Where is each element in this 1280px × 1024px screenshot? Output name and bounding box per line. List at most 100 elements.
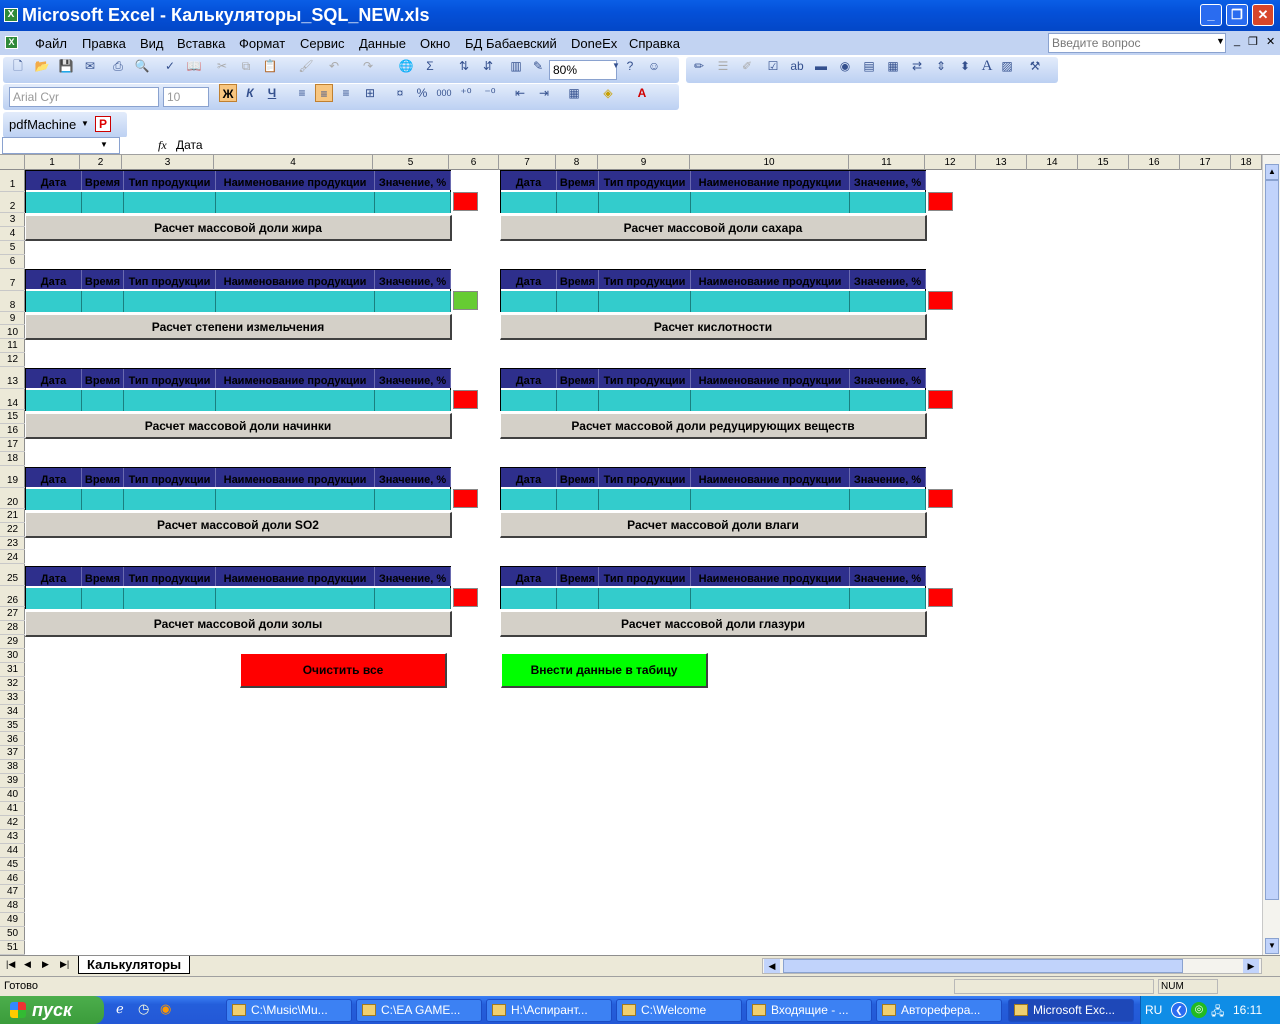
table-data-cell[interactable] bbox=[850, 291, 926, 312]
row-header[interactable]: 16 bbox=[0, 424, 25, 438]
row-header[interactable]: 37 bbox=[0, 746, 25, 761]
restore-icon[interactable]: ❐ bbox=[1226, 4, 1248, 26]
new-icon[interactable]: 🗋 bbox=[9, 57, 27, 75]
row-header[interactable]: 18 bbox=[0, 452, 25, 466]
pdfmachine-menu[interactable]: pdfMachine bbox=[9, 117, 76, 132]
column-header[interactable]: 3 bbox=[122, 155, 214, 170]
table-data-cell[interactable] bbox=[124, 291, 216, 312]
autosum-icon[interactable]: Σ bbox=[421, 57, 439, 75]
table-data-cell[interactable] bbox=[26, 192, 82, 213]
menu-item-4[interactable]: Вставка bbox=[177, 36, 225, 51]
table-data-cell[interactable] bbox=[82, 291, 124, 312]
scroll-right-icon[interactable]: ▶ bbox=[1243, 959, 1259, 973]
bold-button[interactable]: Ж bbox=[219, 84, 237, 102]
row-header[interactable]: 26 bbox=[0, 586, 25, 608]
table-data-cell[interactable] bbox=[124, 588, 216, 609]
table-data-cell[interactable] bbox=[216, 192, 375, 213]
table-data-cell[interactable] bbox=[599, 291, 691, 312]
row-header[interactable]: 5 bbox=[0, 241, 25, 255]
calculate-button-left-2[interactable]: Расчет степени измельчения bbox=[25, 314, 452, 340]
row-header[interactable]: 29 bbox=[0, 635, 25, 650]
scroll-down-icon[interactable]: ▼ bbox=[1265, 938, 1279, 954]
column-header[interactable]: 7 bbox=[499, 155, 556, 170]
calculate-button-left-3[interactable]: Расчет массовой доли начинки bbox=[25, 413, 452, 439]
row-header[interactable]: 21 bbox=[0, 509, 25, 523]
more-controls-icon[interactable]: ⚒ bbox=[1026, 57, 1044, 75]
row-header[interactable]: 50 bbox=[0, 927, 25, 941]
row-header[interactable]: 39 bbox=[0, 774, 25, 789]
combobox-icon[interactable]: ▦ bbox=[884, 57, 902, 75]
taskbar-window-7[interactable]: Microsoft Exc... bbox=[1008, 999, 1134, 1022]
row-header[interactable]: 34 bbox=[0, 705, 25, 719]
row-header[interactable]: 49 bbox=[0, 913, 25, 928]
row-header[interactable]: 48 bbox=[0, 899, 25, 914]
sheet-tab-calculators[interactable]: Калькуляторы bbox=[78, 956, 191, 974]
name-box-dropdown-icon[interactable]: ▼ bbox=[100, 140, 108, 149]
merge-center-icon[interactable]: ⊞ bbox=[361, 84, 379, 102]
save-icon[interactable]: 💾 bbox=[57, 57, 75, 75]
row-header[interactable]: 43 bbox=[0, 830, 25, 844]
table-data-cell[interactable] bbox=[850, 390, 926, 411]
table-data-cell[interactable] bbox=[599, 588, 691, 609]
table-data-cell[interactable] bbox=[501, 390, 557, 411]
help-search-input[interactable]: Введите вопрос bbox=[1048, 33, 1226, 53]
vertical-scrollbar[interactable]: ▲ ▼ bbox=[1262, 155, 1280, 955]
row-header[interactable]: 4 bbox=[0, 227, 25, 241]
table-data-cell[interactable] bbox=[375, 588, 451, 609]
column-header[interactable]: 9 bbox=[598, 155, 690, 170]
menu-item-5[interactable]: Формат bbox=[239, 36, 285, 51]
close-icon[interactable]: ✕ bbox=[1252, 4, 1274, 26]
table-data-cell[interactable] bbox=[216, 390, 375, 411]
table-data-cell[interactable] bbox=[501, 489, 557, 510]
table-data-cell[interactable] bbox=[26, 390, 82, 411]
radio-icon[interactable]: ◉ bbox=[836, 57, 854, 75]
sort-descending-icon[interactable]: ⇵ bbox=[479, 57, 497, 75]
increase-decimal-icon[interactable]: ⁺⁰ bbox=[457, 84, 475, 102]
skype-tray-icon[interactable]: ◎ bbox=[1191, 1002, 1207, 1018]
row-header[interactable]: 23 bbox=[0, 537, 25, 551]
menu-item-2[interactable]: Правка bbox=[82, 36, 126, 51]
pdf-icon[interactable]: P bbox=[95, 116, 111, 132]
column-header[interactable]: 14 bbox=[1027, 155, 1078, 170]
worksheet-grid[interactable]: Дата Время Тип продукции Наименование проду… bbox=[25, 170, 1262, 955]
horizontal-scroll-thumb[interactable] bbox=[783, 959, 1183, 973]
table-data-cell[interactable] bbox=[375, 192, 451, 213]
percent-button[interactable]: % bbox=[413, 84, 431, 102]
workbook-restore-icon[interactable]: ❐ bbox=[1248, 35, 1258, 48]
redo-icon[interactable]: ↷ bbox=[359, 57, 377, 75]
row-header[interactable]: 36 bbox=[0, 733, 25, 747]
font-size-select[interactable]: 10 bbox=[163, 87, 209, 107]
row-header[interactable]: 11 bbox=[0, 339, 25, 354]
undo-icon[interactable]: ↶ bbox=[325, 57, 343, 75]
column-header[interactable]: 11 bbox=[849, 155, 925, 170]
calculate-button-left-1[interactable]: Расчет массовой доли жира bbox=[25, 215, 452, 241]
properties-icon[interactable]: ☰ bbox=[714, 57, 732, 75]
help-icon[interactable]: ? bbox=[621, 57, 639, 75]
function-icon[interactable]: fx bbox=[158, 138, 167, 153]
row-header[interactable]: 44 bbox=[0, 844, 25, 858]
tray-expand-icon[interactable]: ❮ bbox=[1171, 1002, 1187, 1018]
workbook-icon[interactable]: X bbox=[5, 36, 18, 49]
textbox-icon[interactable]: ab bbox=[788, 57, 806, 75]
calculate-button-right-3[interactable]: Расчет массовой доли редуцирующих вещест… bbox=[500, 413, 927, 439]
table-data-cell[interactable] bbox=[82, 192, 124, 213]
row-header[interactable]: 13 bbox=[0, 367, 25, 390]
calculate-button-right-5[interactable]: Расчет массовой доли глазури bbox=[500, 611, 927, 637]
table-data-cell[interactable] bbox=[124, 489, 216, 510]
row-header[interactable]: 9 bbox=[0, 312, 25, 326]
table-data-cell[interactable] bbox=[557, 489, 599, 510]
underline-button[interactable]: Ч bbox=[263, 84, 281, 102]
label-control-icon[interactable]: A bbox=[978, 57, 996, 75]
table-data-cell[interactable] bbox=[691, 192, 850, 213]
column-header[interactable]: 4 bbox=[214, 155, 373, 170]
row-header[interactable]: 27 bbox=[0, 607, 25, 622]
column-header[interactable]: 10 bbox=[690, 155, 849, 170]
last-sheet-icon[interactable]: ▶| bbox=[60, 959, 69, 970]
edit-icon[interactable]: ✐ bbox=[738, 57, 756, 75]
taskbar-window-2[interactable]: C:\EA GAME... bbox=[356, 999, 482, 1022]
row-header[interactable]: 28 bbox=[0, 621, 25, 636]
row-header[interactable]: 24 bbox=[0, 551, 25, 565]
ie-quicklaunch-icon[interactable]: ℯ bbox=[116, 1001, 132, 1017]
calculate-button-right-2[interactable]: Расчет кислотности bbox=[500, 314, 927, 340]
taskbar-window-4[interactable]: C:\Welcome bbox=[616, 999, 742, 1022]
